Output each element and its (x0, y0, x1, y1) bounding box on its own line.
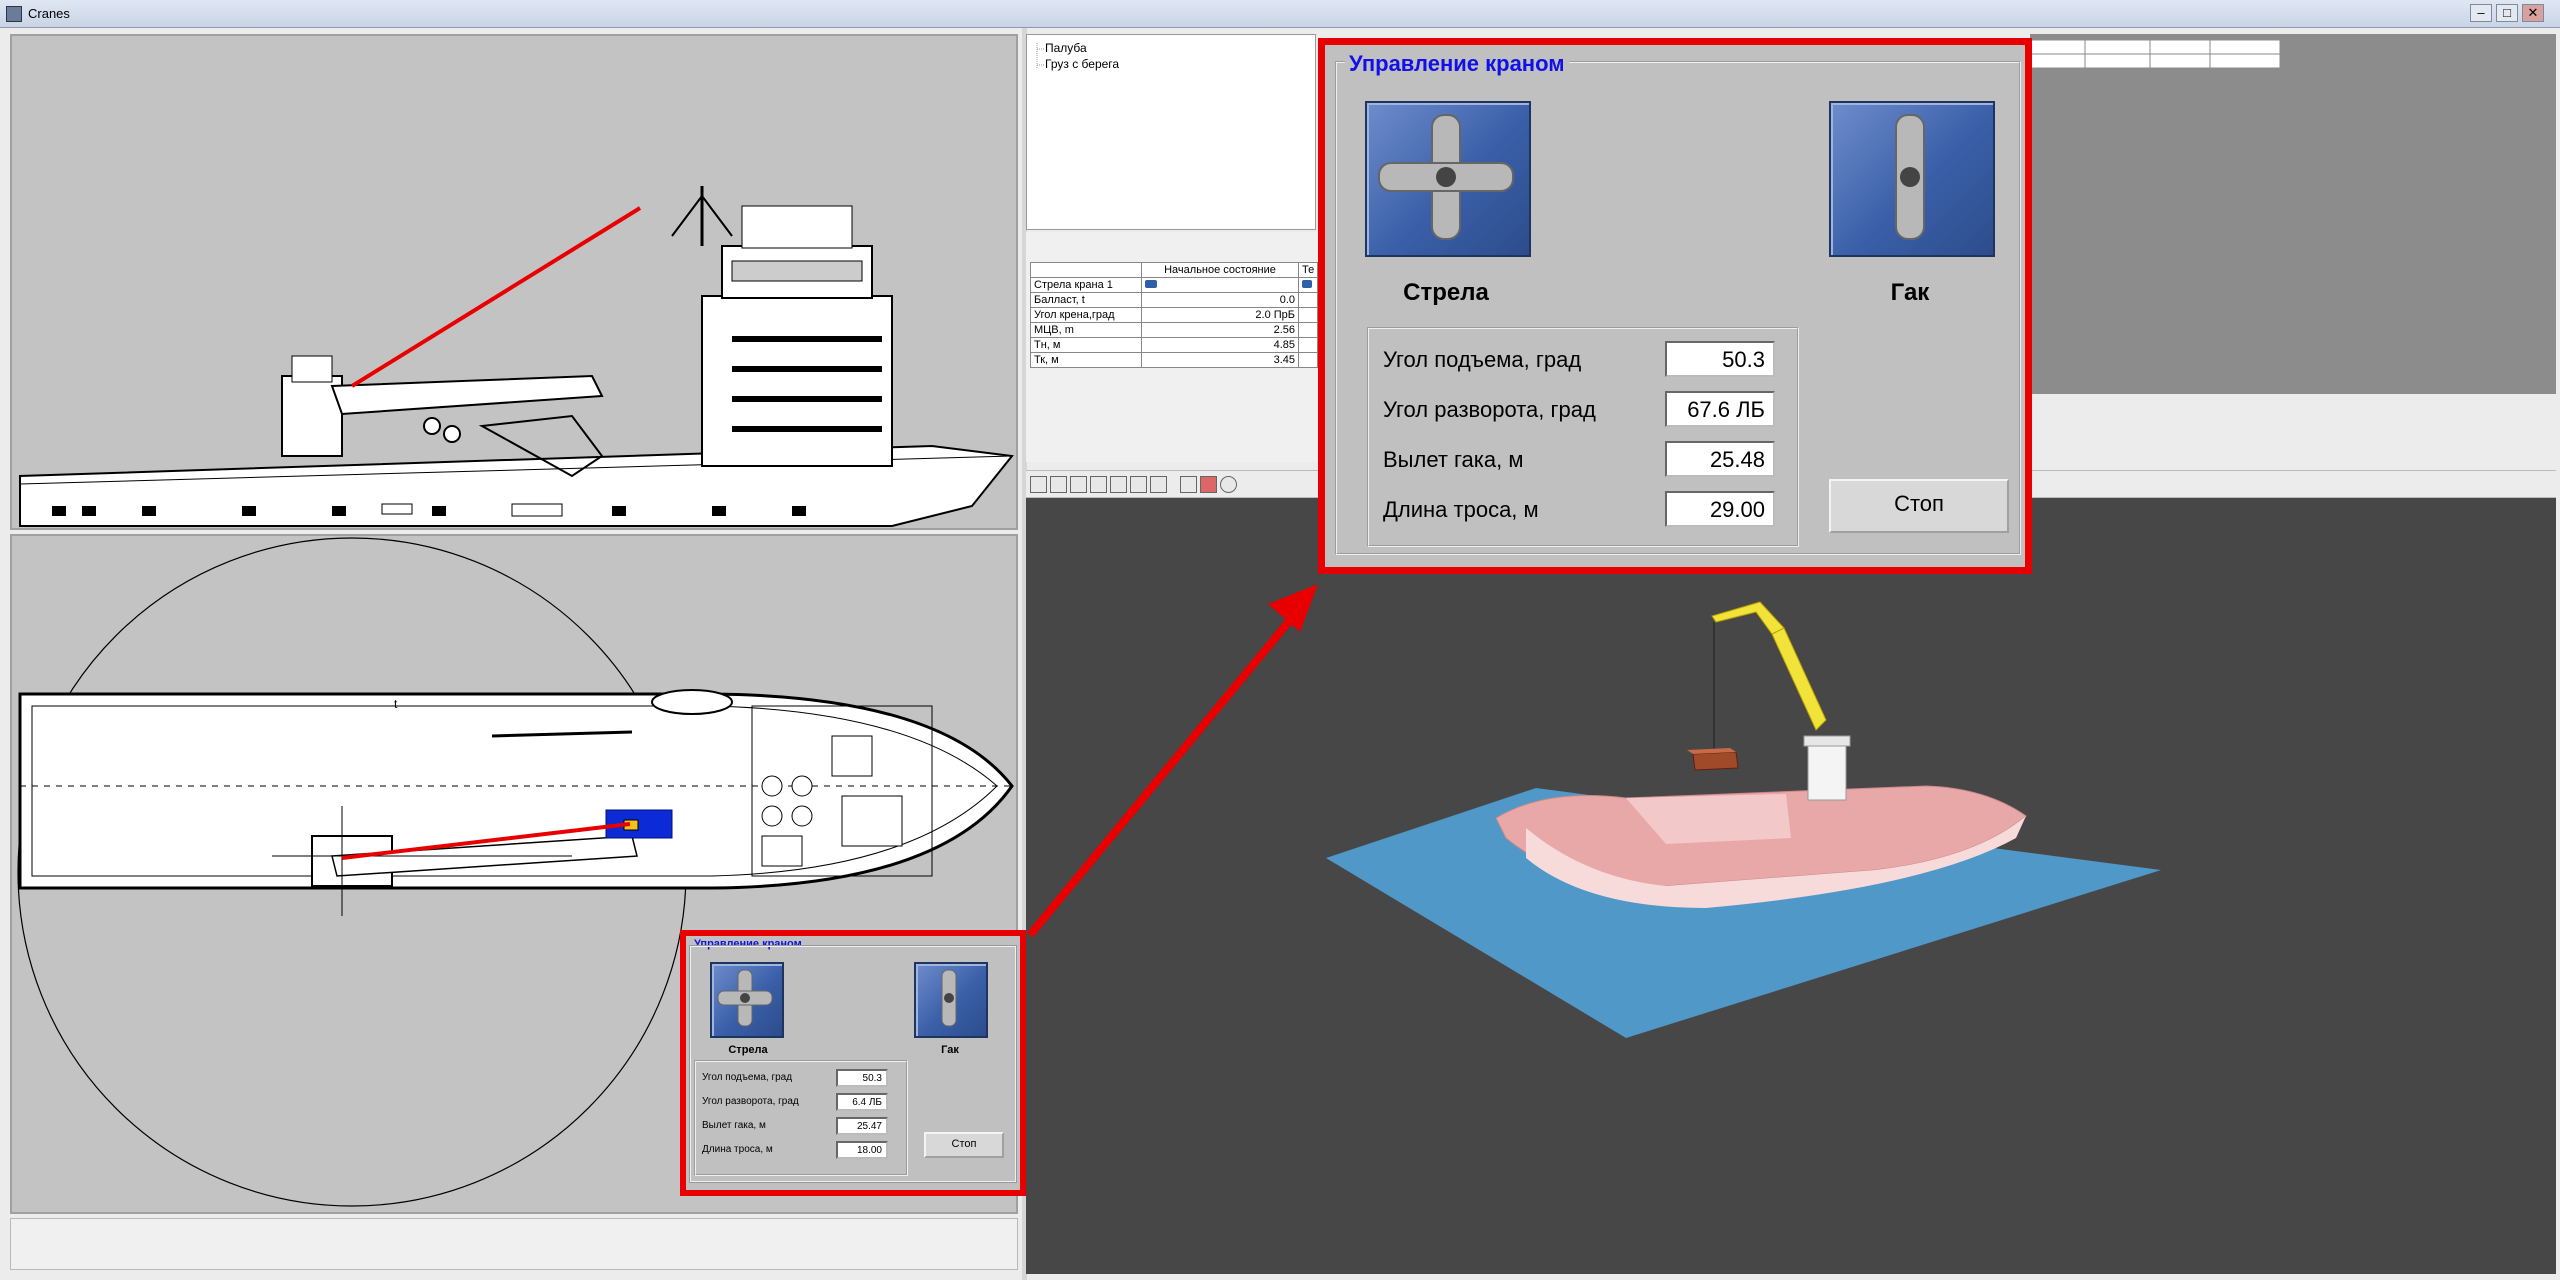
table-cell (1297, 337, 1319, 353)
view-cube-icon[interactable] (1110, 476, 1127, 493)
table-row[interactable]: Угол крена,град 2.0 ПрБ (1030, 307, 1319, 323)
minimize-button[interactable]: – (2470, 4, 2492, 22)
crane-control-panel: Управление краном Стрела Гак Угол подъем… (1318, 38, 2032, 574)
title-bar: Cranes – □ ✕ (0, 0, 2560, 28)
crane-icon (1145, 280, 1157, 288)
side-view-pane[interactable] (10, 34, 1018, 530)
table-cell (1141, 277, 1299, 293)
table-cell: МЦВ, m (1030, 322, 1142, 338)
table-row[interactable]: Балласт, t 0.0 (1030, 292, 1319, 308)
tree-item-deck[interactable]: Палуба (1045, 41, 1087, 55)
slew-angle-value: 67.6 ЛБ (1665, 391, 1775, 427)
table-cell: 0.0 (1141, 292, 1299, 308)
view-cube-icon[interactable] (1150, 476, 1167, 493)
callout-arrow (1026, 584, 1318, 938)
boom-joystick[interactable] (710, 962, 784, 1038)
stop-button[interactable]: Стоп (1829, 479, 2009, 533)
table-cell: Тн, м (1030, 337, 1142, 353)
cross-joystick-icon (717, 969, 773, 1027)
table-cell: 4.85 (1141, 337, 1299, 353)
stop-button[interactable]: Стоп (924, 1132, 1004, 1158)
table-cell (1297, 292, 1319, 308)
table-cell (1297, 352, 1319, 368)
view-cube-icon[interactable] (1070, 476, 1087, 493)
hook-label: Гак (1890, 279, 1930, 306)
hook-joystick[interactable] (1829, 101, 1995, 257)
top-right-area (2030, 34, 2556, 394)
params-table: Начальное состояние Те Стрела крана 1 Ба… (1030, 262, 1319, 368)
boom-joystick[interactable] (1365, 101, 1531, 257)
app-icon (6, 6, 22, 22)
view-cube-icon[interactable] (1130, 476, 1147, 493)
lift-angle-label: Угол подъема, град (1383, 347, 1582, 372)
slew-angle-value: 6.4 ЛБ (836, 1093, 888, 1111)
hook-reach-label: Вылет гака, м (702, 1120, 766, 1131)
table-cell (1297, 322, 1319, 338)
rope-length-value: 29.00 (1665, 491, 1775, 527)
vertical-joystick-icon (941, 969, 957, 1027)
view-cube-icon[interactable] (1090, 476, 1107, 493)
crane-control-panel-small: Управление краном Стрела Гак Угол подъем… (680, 930, 1026, 1196)
panel-legend: Управление краном (1345, 51, 1569, 77)
tree-lines (1036, 43, 1045, 69)
hook-reach-value: 25.48 (1665, 441, 1775, 477)
maximize-button[interactable]: □ (2496, 4, 2518, 22)
perspective-icon[interactable] (1180, 476, 1197, 493)
slew-angle-label: Угол разворота, град (1383, 397, 1596, 422)
table-cell: Тк, м (1030, 352, 1142, 368)
tree-item-cargo[interactable]: Груз с берега (1045, 57, 1119, 71)
hook-joystick[interactable] (914, 962, 988, 1038)
table-header: Те (1297, 262, 1319, 278)
table-cell: 2.0 ПрБ (1141, 307, 1299, 323)
cross-joystick-icon (1378, 114, 1514, 240)
table-row[interactable]: МЦВ, m 2.56 (1030, 322, 1319, 338)
lift-angle-value: 50.3 (836, 1069, 888, 1087)
boom-label: Стрела (728, 1044, 768, 1056)
hook-reach-label: Вылет гака, м (1383, 447, 1524, 472)
zoom-out-icon[interactable] (1220, 476, 1237, 493)
hook-reach-value: 25.47 (836, 1117, 888, 1135)
status-strip (10, 1218, 1018, 1270)
rope-length-label: Длина троса, м (1383, 497, 1539, 522)
slew-angle-label: Угол разворота, град (702, 1096, 799, 1107)
table-cell: Балласт, t (1030, 292, 1142, 308)
render-icon[interactable] (1200, 476, 1217, 493)
table-cell: Стрела крана 1 (1030, 277, 1142, 293)
rope-length-label: Длина троса, м (702, 1144, 773, 1155)
window-title: Cranes (28, 6, 70, 21)
grid-header-lines (2029, 39, 2281, 69)
table-cell: 3.45 (1141, 352, 1299, 368)
table-cell: Угол крена,град (1030, 307, 1142, 323)
table-header (1030, 262, 1142, 278)
scene-tree[interactable]: Палуба Груз с берега (1026, 34, 1316, 230)
crane-icon (1302, 280, 1312, 288)
table-cell (1297, 277, 1319, 293)
lift-angle-value: 50.3 (1665, 341, 1775, 377)
ship-side-drawing (19, 186, 1014, 527)
table-cell: 2.56 (1141, 322, 1299, 338)
table-cell (1297, 307, 1319, 323)
view-cube-icon[interactable] (1030, 476, 1047, 493)
table-row[interactable]: Стрела крана 1 (1030, 277, 1319, 293)
hook-label: Гак (941, 1044, 959, 1056)
table-header: Начальное состояние (1141, 262, 1299, 278)
view-cube-icon[interactable] (1050, 476, 1067, 493)
vertical-joystick-icon (1895, 114, 1925, 240)
table-row[interactable]: Тк, м 3.45 (1030, 352, 1319, 368)
rope-length-value: 18.00 (836, 1141, 888, 1159)
close-button[interactable]: ✕ (2522, 4, 2544, 22)
table-row[interactable]: Тн, м 4.85 (1030, 337, 1319, 353)
grid-header-strip (2029, 39, 2281, 69)
lift-angle-label: Угол подъема, град (702, 1072, 793, 1083)
boom-label: Стрела (1403, 279, 1489, 306)
